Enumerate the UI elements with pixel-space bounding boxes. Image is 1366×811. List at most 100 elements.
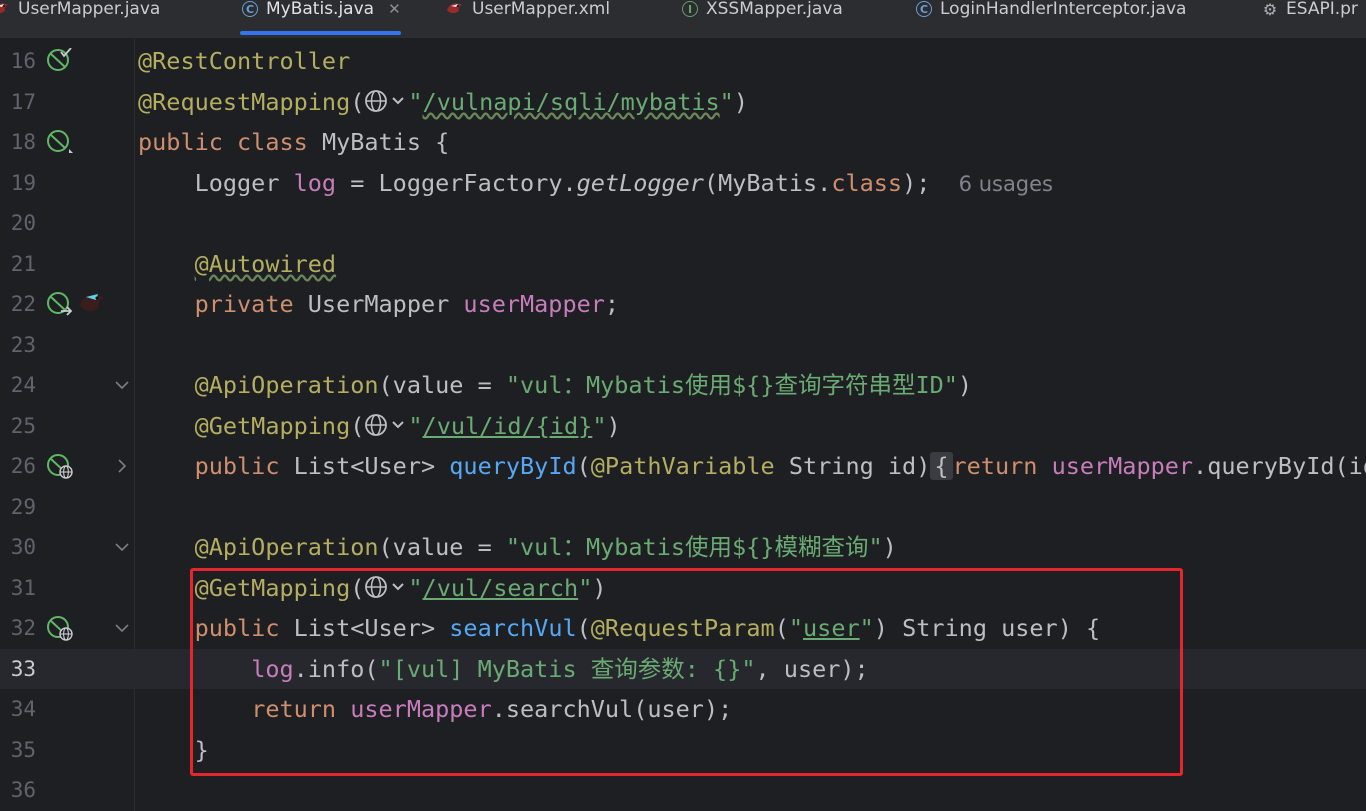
code-token: userMapper <box>463 290 605 318</box>
code-line[interactable]: 29 <box>0 487 1366 527</box>
line-number: 18 <box>10 130 36 154</box>
code-token: /vulnapi/sqli/mybatis <box>422 88 720 116</box>
code-line[interactable]: 18 public class MyBatis { <box>0 122 1366 162</box>
gear-icon: ⚙ <box>1262 0 1278 19</box>
tab-label: UserMapper.xml <box>472 0 611 19</box>
spring-web-endpoint-icon[interactable] <box>47 615 73 641</box>
code-token: log <box>293 169 337 197</box>
code-text: @GetMapping("/vul/id/{id}") <box>138 406 621 446</box>
spring-web-endpoint-icon[interactable] <box>47 453 73 479</box>
code-token: Logger <box>138 169 294 197</box>
code-token: .queryById(id); } <box>1193 452 1366 480</box>
code-text: private UserMapper userMapper; <box>138 284 619 324</box>
code-line[interactable]: 24 @ApiOperation(value = "vul：Mybatis使用$… <box>0 365 1366 405</box>
line-number: 33 <box>10 657 36 681</box>
line-number: 26 <box>10 454 36 478</box>
tab-label: XSSMapper.java <box>706 0 843 19</box>
line-number: 29 <box>10 495 36 519</box>
code-token: " <box>592 412 607 440</box>
line-number: 30 <box>10 535 36 559</box>
code-line[interactable]: 22 private UserMapper userMapper; <box>0 284 1366 324</box>
code-line[interactable]: 19 Logger log = LoggerFactory.getLogger(… <box>0 163 1366 203</box>
code-token: ) <box>606 412 621 440</box>
close-tab-icon[interactable]: ✕ <box>388 0 401 18</box>
code-token: userMapper <box>1051 452 1194 480</box>
code-line[interactable]: 26 public List<User> queryById(@PathVari… <box>0 446 1366 486</box>
code-token: List<User> <box>293 452 450 480</box>
tab-mybatis-java[interactable]: C MyBatis.java ✕ <box>240 0 401 38</box>
code-text: @Autowired <box>138 244 336 284</box>
spring-bean-check-icon[interactable] <box>47 47 73 74</box>
fold-open-chevron-icon[interactable] <box>114 377 130 393</box>
code-token: ( <box>350 412 365 440</box>
code-editor[interactable]: 16 @RestController 17 @RequestMapping("/vul… <box>0 39 1366 811</box>
code-token: " <box>408 412 423 440</box>
tab-usermapper-java[interactable]: UserMapper.java <box>0 0 160 38</box>
code-token: queryById <box>449 452 577 480</box>
code-token: ( <box>576 452 591 480</box>
code-token: String id) <box>774 452 931 480</box>
code-token: @PathVariable <box>590 452 775 480</box>
line-number: 34 <box>10 697 36 721</box>
code-line[interactable]: 21 @Autowired <box>0 244 1366 284</box>
editor-tab-bar: UserMapper.java C MyBatis.java ✕ UserMapper.… <box>0 0 1366 39</box>
code-token: return <box>952 452 1052 480</box>
code-token: (value = <box>378 371 506 399</box>
line-number: 35 <box>10 738 36 762</box>
line-number: 25 <box>10 414 36 438</box>
url-globe-icon[interactable] <box>364 412 408 440</box>
line-number: 36 <box>10 778 36 802</box>
code-line[interactable]: 36 <box>0 770 1366 810</box>
fold-open-chevron-icon[interactable] <box>114 539 130 555</box>
code-line[interactable]: 25 @GetMapping("/vul/id/{id}") <box>0 406 1366 446</box>
code-text: Logger log = LoggerFactory.getLogger(MyB… <box>138 163 1053 204</box>
tab-label: ESAPI.pr <box>1286 0 1358 19</box>
code-text: @RestController <box>138 41 350 81</box>
fold-closed-chevron-icon[interactable] <box>114 458 130 474</box>
tab-label: LoginHandlerInterceptor.java <box>940 0 1187 19</box>
class-icon: C <box>916 1 932 17</box>
code-token: ); <box>902 169 959 197</box>
url-globe-icon[interactable] <box>364 88 408 116</box>
line-number: 19 <box>10 171 36 195</box>
code-text: @ApiOperation(value = "vul：Mybatis使用${}查… <box>138 365 972 405</box>
code-token: "vul：Mybatis使用${}查询字符串型ID" <box>505 371 958 399</box>
code-text: public List<User> queryById(@PathVariabl… <box>138 446 1366 486</box>
code-line[interactable]: 30 @ApiOperation(value = "vul：Mybatis使用$… <box>0 527 1366 567</box>
spring-bean-icon[interactable] <box>47 129 73 155</box>
code-line[interactable]: 23 <box>0 325 1366 365</box>
tab-label: MyBatis.java <box>266 0 375 19</box>
code-token: @ApiOperation <box>194 533 379 561</box>
fold-open-chevron-icon[interactable] <box>114 620 130 636</box>
code-token: getLogger <box>576 169 704 197</box>
mybatis-bird-icon[interactable] <box>78 290 104 316</box>
code-token: private <box>194 290 308 318</box>
code-line[interactable]: 17 @RequestMapping("/vulnapi/sqli/mybatis… <box>0 82 1366 122</box>
code-token: ) <box>957 371 973 399</box>
code-token: @Autowired <box>194 250 337 278</box>
class-icon: C <box>242 1 258 17</box>
code-text: @ApiOperation(value = "vul：Mybatis使用${}模… <box>138 527 897 567</box>
line-number: 24 <box>10 373 36 397</box>
code-line[interactable]: 20 <box>0 203 1366 243</box>
tab-esapi-pr[interactable]: ⚙ ESAPI.pr <box>1262 0 1358 38</box>
code-line[interactable]: 16 @RestController <box>0 41 1366 81</box>
tab-loginhandlerinterceptor-java[interactable]: C LoginHandlerInterceptor.java <box>916 0 1186 38</box>
code-token: UserMapper <box>307 290 464 318</box>
line-number: 32 <box>10 616 36 640</box>
interface-icon: I <box>682 1 698 17</box>
tab-xssmapper-java[interactable]: I XSSMapper.java <box>682 0 843 38</box>
tab-usermapper-xml[interactable]: UserMapper.xml <box>446 0 610 38</box>
code-token: " <box>719 88 734 116</box>
code-token: " <box>408 88 423 116</box>
spring-bean-navigate-icon[interactable] <box>47 291 73 317</box>
code-text: @RequestMapping("/vulnapi/sqli/mybatis") <box>138 82 748 122</box>
line-number: 23 <box>10 333 36 357</box>
code-token: public class <box>138 128 322 156</box>
